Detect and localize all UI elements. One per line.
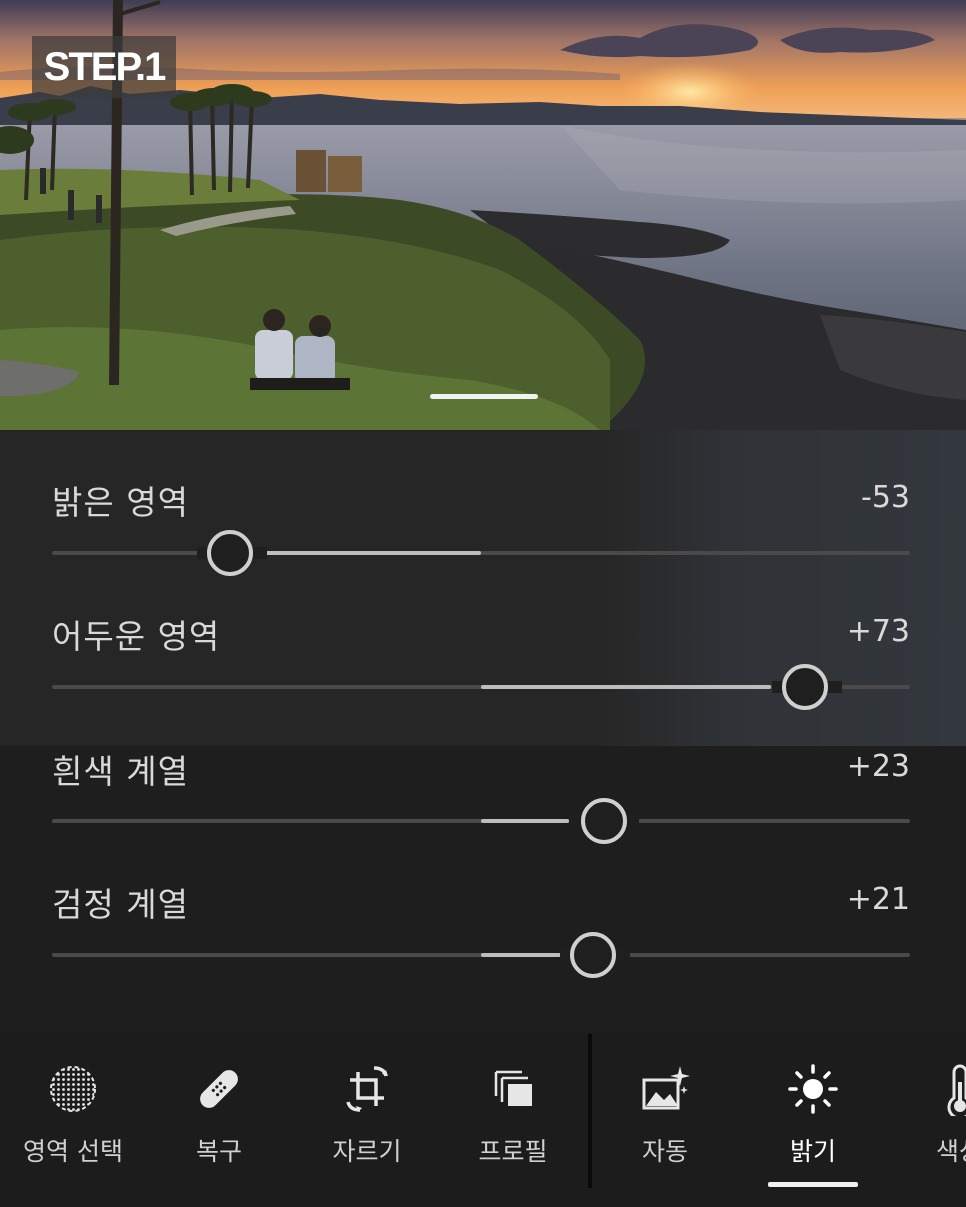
blacks-fill [481, 953, 561, 957]
tool-auto-label: 자동 [641, 1137, 688, 1166]
step-badge: STEP.1 [32, 36, 176, 98]
whites-fill [481, 819, 569, 823]
whites-track[interactable] [52, 798, 910, 844]
whites-value: +23 [846, 749, 910, 784]
tool-light-label: 밝기 [789, 1137, 836, 1166]
shadows-slider-row: 어두운 영역 +73 [52, 610, 910, 730]
tool-healing-label: 복구 [195, 1137, 242, 1166]
highlights-value: -53 [861, 480, 910, 515]
tool-crop[interactable]: 자르기 [294, 1032, 440, 1192]
tool-crop-label: 자르기 [332, 1137, 402, 1166]
light-adjustment-panel: 밝은 영역 -53 어두운 영역 +73 흰색 계열 +23 검정 계열 +21 [0, 430, 966, 1032]
blacks-value: +21 [846, 882, 910, 917]
tool-profile[interactable]: 프로필 [440, 1032, 586, 1192]
highlights-knob[interactable] [207, 530, 253, 576]
highlights-fill [255, 551, 481, 555]
highlights-label: 밝은 영역 [52, 483, 189, 522]
shadows-value: +73 [846, 614, 910, 649]
shadows-label: 어두운 영역 [52, 617, 221, 656]
shadows-knob[interactable] [782, 664, 828, 710]
highlights-slider-row: 밝은 영역 -53 [52, 476, 910, 596]
whites-label: 흰색 계열 [52, 752, 189, 791]
blacks-knob[interactable] [570, 932, 616, 978]
tool-profile-label: 프로필 [478, 1137, 548, 1166]
active-tool-indicator [768, 1182, 858, 1187]
panel-drag-handle[interactable] [430, 394, 538, 399]
tool-light[interactable]: 밝기 [740, 1032, 886, 1192]
tool-selective[interactable]: 영역 선택 [0, 1032, 146, 1192]
blacks-track[interactable] [52, 932, 910, 978]
profile-stack-icon [494, 1070, 532, 1106]
whites-knob[interactable] [581, 798, 627, 844]
highlights-track[interactable] [52, 530, 910, 576]
whites-slider-row: 흰색 계열 +23 [52, 745, 910, 865]
tool-healing[interactable]: 복구 [146, 1032, 292, 1192]
tool-auto[interactable]: 자동 [592, 1032, 738, 1192]
tool-color-label: 색상 [935, 1137, 966, 1166]
tool-color[interactable]: 색상 [886, 1032, 966, 1192]
edit-toolbar: 영역 선택 복구 자르기 프로필 자동 밝기 색 [0, 1032, 966, 1207]
sun-icon [788, 1064, 838, 1114]
photo-preview[interactable]: STEP.1 [0, 0, 966, 430]
selective-dotted-circle-icon [50, 1066, 96, 1112]
crop-rotate-icon [346, 1066, 388, 1112]
shadows-track[interactable] [52, 664, 910, 710]
shadows-fill [481, 685, 771, 689]
bandage-icon [200, 1070, 238, 1108]
blacks-label: 검정 계열 [52, 885, 189, 924]
tool-selective-label: 영역 선택 [23, 1137, 123, 1166]
thermometer-icon [947, 1064, 966, 1116]
auto-image-sparkle-icon [642, 1066, 690, 1110]
blacks-slider-row: 검정 계열 +21 [52, 878, 910, 998]
